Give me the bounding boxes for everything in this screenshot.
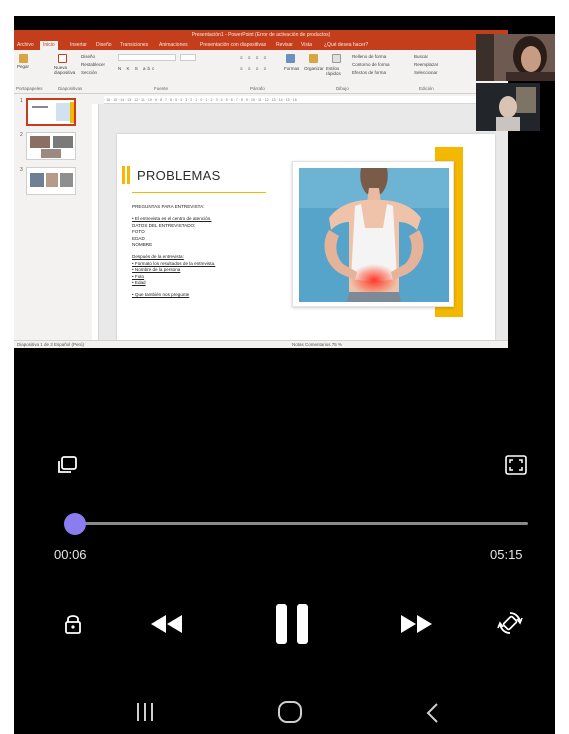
seek-bar-track[interactable] xyxy=(66,522,528,525)
pause-icon[interactable] xyxy=(272,602,312,646)
current-slide: PROBLEMAS PREGUNTAS PARA ENTREVISTA: • E… xyxy=(117,134,495,340)
quick-styles-icon xyxy=(332,54,341,63)
ppt-tab: Archivo xyxy=(17,42,34,48)
ribbon-select: Seleccionar xyxy=(414,70,438,75)
status-right: Notas Comentarios 75 % xyxy=(292,342,343,347)
ribbon-paste: Pegar xyxy=(17,64,30,69)
slide-title: PROBLEMAS xyxy=(137,168,221,183)
slide-thumbnail-1 xyxy=(26,98,76,126)
screen-rotate-icon[interactable] xyxy=(497,610,523,636)
ppt-tab: Transiciones xyxy=(120,42,149,48)
thumb-number: 2 xyxy=(20,132,23,138)
webcam-2-image xyxy=(476,83,540,131)
ppt-tab: Vista xyxy=(301,42,313,48)
ribbon-section: Sección xyxy=(81,70,98,75)
home-icon[interactable] xyxy=(277,700,303,724)
ribbon-shapes: Formas xyxy=(284,66,300,71)
back-pain-illustration xyxy=(299,168,449,302)
ribbon-shape-effects: Efectos de forma xyxy=(352,70,387,75)
ribbon-quick-styles: Estilos rápidos xyxy=(326,66,341,76)
new-slide-icon xyxy=(58,54,67,63)
title-underline xyxy=(132,192,266,193)
popup-window-icon[interactable] xyxy=(56,455,78,475)
thumb-number: 3 xyxy=(20,167,23,173)
ribbon-shape-outline: Contorno de forma xyxy=(352,62,390,67)
slide-thumbnails-pane: 1 2 3 xyxy=(14,95,99,340)
group-paragraph: Párrafo xyxy=(250,86,265,91)
group-font: Fuente xyxy=(154,86,169,91)
ppt-tab: Insertar xyxy=(70,42,87,48)
group-clipboard: Portapapeles xyxy=(16,86,43,91)
total-duration: 05:15 xyxy=(490,547,523,562)
ppt-tab: Diseño xyxy=(96,42,112,48)
slide-body-text: PREGUNTAS PARA ENTREVISTA: • El entrevis… xyxy=(132,204,302,299)
paragraph-row-2: ≡ ≡ ≡ ≡ xyxy=(240,66,269,71)
group-slides: Diapositivas xyxy=(58,86,83,91)
participant-webcam-1 xyxy=(476,34,555,81)
group-editing: Edición xyxy=(419,86,434,91)
ppt-ribbon: Pegar Nueva diapositiva Diseño Restablec… xyxy=(14,50,508,94)
slide-canvas: PROBLEMAS PREGUNTAS PARA ENTREVISTA: • E… xyxy=(99,104,508,340)
ribbon-replace: Reemplazar xyxy=(414,62,439,67)
ppt-tab: Animaciones xyxy=(159,42,188,48)
seek-bar-thumb[interactable] xyxy=(63,513,86,535)
video-frame[interactable]: Presentación1 - PowerPoint (Error de act… xyxy=(14,30,508,348)
slide-thumbnail-3 xyxy=(26,167,76,195)
arrange-icon xyxy=(309,54,318,63)
webcam-1-image xyxy=(476,34,555,81)
title-accent-bar-2 xyxy=(127,166,130,184)
participant-webcam-2 xyxy=(476,83,540,131)
paragraph-row: ≡ ≡ ≡ ≡ xyxy=(240,55,269,60)
rewind-icon[interactable] xyxy=(148,612,186,636)
ppt-tab-active: Inicio xyxy=(40,41,58,50)
slide-thumbnail-2 xyxy=(26,132,76,160)
back-pain-photo xyxy=(292,161,454,307)
body-line: • Que también nos pregunte xyxy=(132,292,190,298)
ribbon-arrange: Organizar xyxy=(304,66,324,71)
ribbon-layout: Diseño xyxy=(81,54,96,59)
ribbon-new-slide: Nueva diapositiva xyxy=(54,65,76,75)
paste-icon xyxy=(19,54,28,63)
font-name-box xyxy=(118,54,176,61)
phone-screen: Presentación1 - PowerPoint (Error de act… xyxy=(14,16,555,734)
ribbon-shape-fill: Relleno de forma xyxy=(352,54,387,59)
status-left: Diapositiva 1 de 3 Español (Perú) xyxy=(17,342,85,347)
back-icon[interactable] xyxy=(424,702,442,724)
font-size-box xyxy=(180,54,196,61)
group-drawing: Dibujo xyxy=(336,86,349,91)
ppt-tab: Revisar xyxy=(276,42,293,48)
horizontal-ruler: · 16 · 15 · 14 · 13 · 12 · 11 · 10 · 9 ·… xyxy=(104,96,508,104)
ppt-window-title: Presentación1 - PowerPoint (Error de act… xyxy=(14,30,508,41)
font-format-row: N K S abc xyxy=(118,66,157,71)
ribbon-reset: Restablecer xyxy=(81,62,106,67)
ppt-status-bar: Diapositiva 1 de 3 Español (Perú) Notas … xyxy=(14,340,508,348)
ppt-tell-me: ¿Qué desea hacer? xyxy=(324,42,369,48)
vertical-ruler xyxy=(92,104,99,340)
ppt-tab: Presentación con diapositivas xyxy=(200,42,267,48)
title-accent-bar xyxy=(122,166,125,184)
thumb-number: 1 xyxy=(20,98,23,104)
fullscreen-icon[interactable] xyxy=(505,455,527,475)
fast-forward-icon[interactable] xyxy=(397,612,435,636)
ribbon-find: Buscar xyxy=(414,54,429,59)
lock-icon[interactable] xyxy=(62,612,84,634)
current-time: 00:06 xyxy=(54,547,87,562)
shapes-icon xyxy=(286,54,295,63)
ppt-ribbon-tabs: Archivo Inicio Insertar Diseño Transicio… xyxy=(14,41,508,50)
recents-icon[interactable] xyxy=(134,701,156,723)
